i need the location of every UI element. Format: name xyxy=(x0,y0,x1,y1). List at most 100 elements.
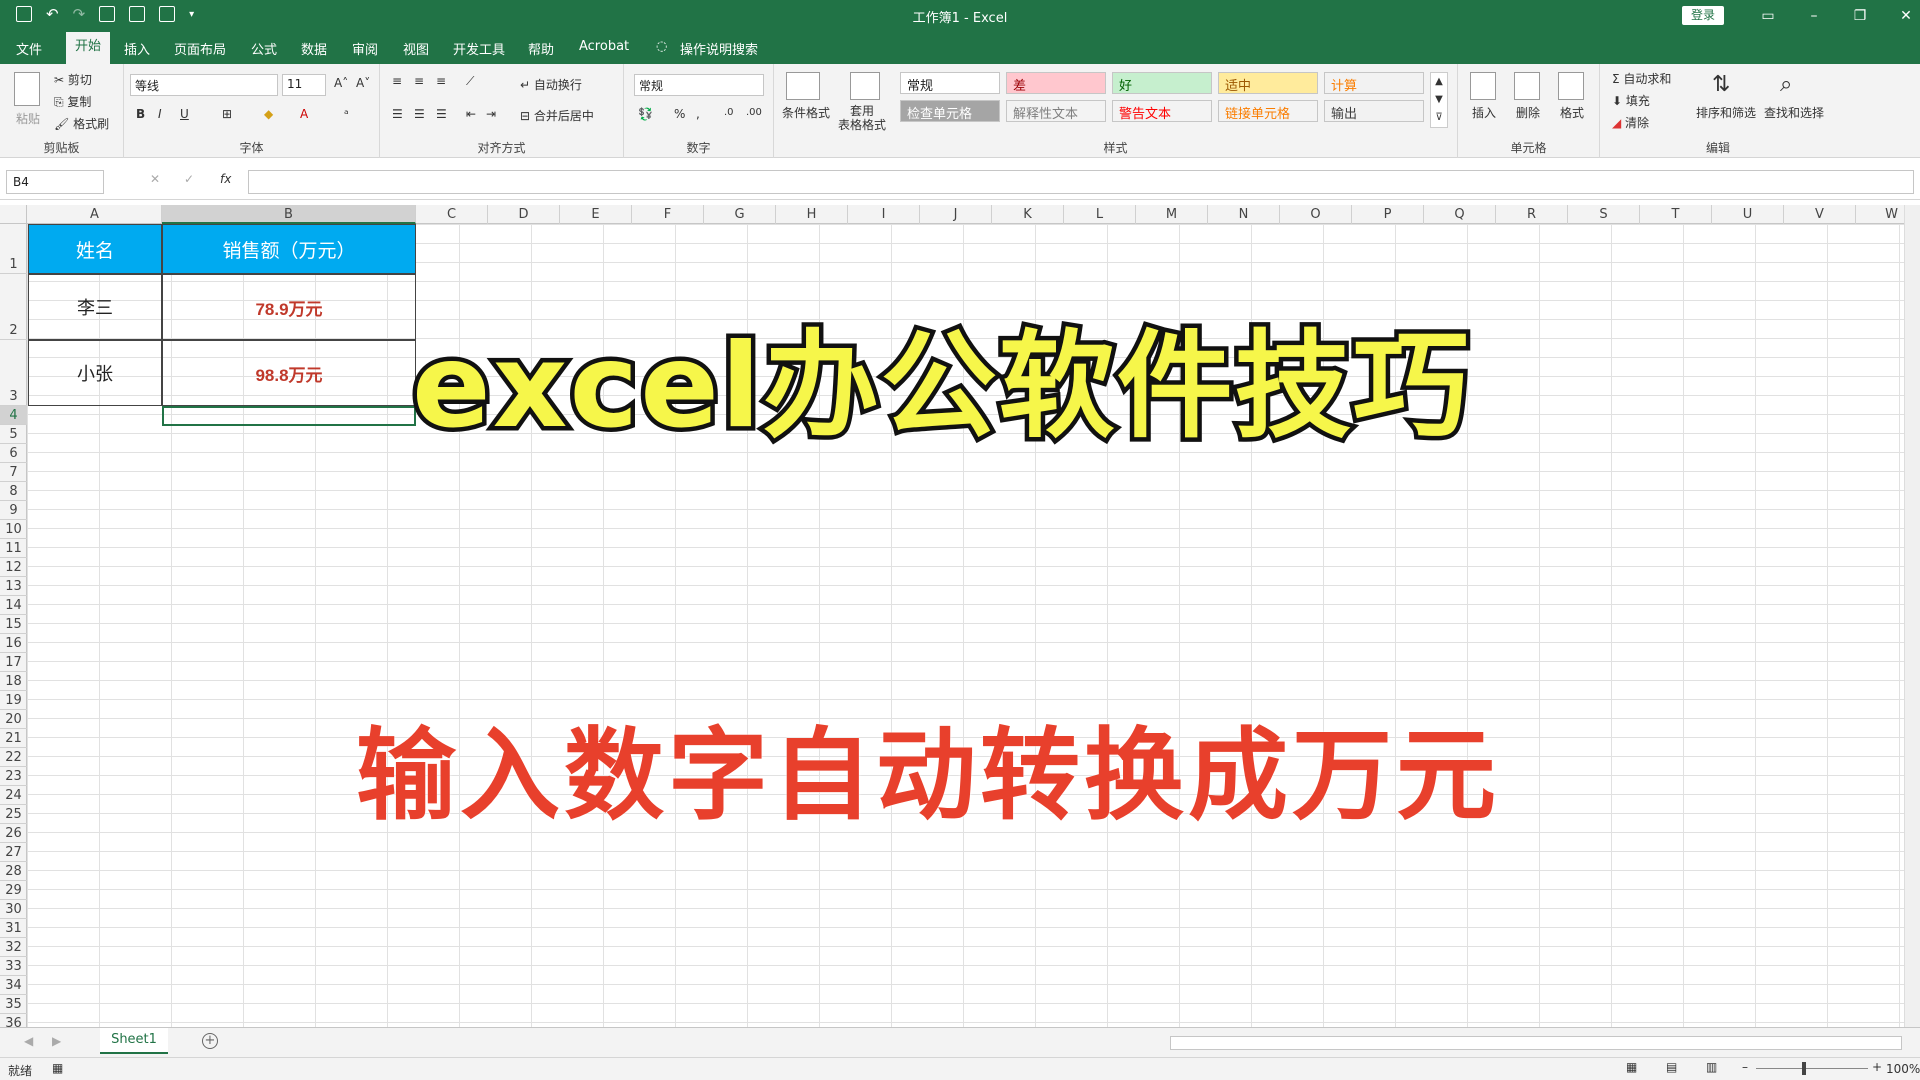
column-header-b[interactable]: B xyxy=(162,205,416,224)
format-painter-button[interactable]: 🖌 格式刷 xyxy=(54,115,109,132)
row-header[interactable]: 14 xyxy=(0,596,27,615)
fill-color-icon[interactable]: ◆ xyxy=(264,107,273,121)
column-header-a[interactable]: A xyxy=(28,205,162,224)
row-header[interactable]: 2 xyxy=(0,274,27,340)
bold-button[interactable]: B xyxy=(136,107,145,121)
font-size-select[interactable]: 11 xyxy=(282,74,326,96)
row-header[interactable]: 1 xyxy=(0,224,27,274)
cell-style-option[interactable]: 好 xyxy=(1112,72,1212,94)
format-as-table-button[interactable]: 套用 表格格式 xyxy=(838,104,886,132)
name-cell[interactable]: 小张 xyxy=(28,340,162,406)
row-header[interactable]: 9 xyxy=(0,501,27,520)
sales-cell[interactable]: 98.8万元 xyxy=(162,340,416,406)
insert-function-button[interactable]: fx xyxy=(220,172,231,186)
enter-icon[interactable]: ✓ xyxy=(184,172,194,186)
sheet-tab[interactable]: Sheet1 xyxy=(100,1028,168,1054)
conditional-format-button[interactable]: 条件格式 xyxy=(782,104,830,121)
column-header-q[interactable]: Q xyxy=(1424,205,1496,224)
row-header[interactable]: 17 xyxy=(0,653,27,672)
italic-button[interactable]: I xyxy=(158,107,162,121)
column-header-w[interactable]: W xyxy=(1856,205,1904,224)
font-color-icon[interactable]: A xyxy=(300,107,308,121)
search-icon[interactable]: ⌕ xyxy=(1780,72,1792,97)
prev-sheet-icon[interactable]: ◀ xyxy=(24,1034,33,1048)
row-header[interactable]: 3 xyxy=(0,340,27,406)
column-header-d[interactable]: D xyxy=(488,205,560,224)
column-header-i[interactable]: I xyxy=(848,205,920,224)
column-header-h[interactable]: H xyxy=(776,205,848,224)
tab-help[interactable]: 帮助 xyxy=(528,39,554,58)
header-sales-cell[interactable]: 销售额（万元） xyxy=(162,224,416,274)
row-header[interactable]: 29 xyxy=(0,881,27,900)
align-bottom-icon[interactable]: ≡ xyxy=(436,74,446,88)
fill-button[interactable]: ⬇ 填充 xyxy=(1612,92,1650,109)
row-header[interactable]: 35 xyxy=(0,995,27,1014)
add-sheet-icon[interactable]: + xyxy=(202,1033,218,1049)
tab-insert[interactable]: 插入 xyxy=(124,39,150,58)
restore-icon[interactable]: ❐ xyxy=(1837,4,1883,28)
percent-button[interactable]: % xyxy=(674,107,685,121)
row-header[interactable]: 23 xyxy=(0,767,27,786)
tab-developer[interactable]: 开发工具 xyxy=(453,39,505,58)
decrease-decimal-icon[interactable]: .00 xyxy=(746,107,762,118)
zoom-slider[interactable] xyxy=(1756,1068,1868,1069)
sort-filter-button[interactable]: 排序和筛选 xyxy=(1696,104,1756,121)
row-header[interactable]: 5 xyxy=(0,425,27,444)
row-header[interactable]: 25 xyxy=(0,805,27,824)
column-header-f[interactable]: F xyxy=(632,205,704,224)
decrease-indent-icon[interactable]: ⇤ xyxy=(466,107,476,121)
tab-formulas[interactable]: 公式 xyxy=(251,39,277,58)
row-header[interactable]: 7 xyxy=(0,463,27,482)
minimize-icon[interactable]: – xyxy=(1791,4,1837,28)
login-button[interactable]: 登录 xyxy=(1682,6,1724,25)
column-header-p[interactable]: P xyxy=(1352,205,1424,224)
find-select-button[interactable]: 查找和选择 xyxy=(1764,104,1824,121)
column-header-j[interactable]: J xyxy=(920,205,992,224)
insert-cells-button[interactable]: 插入 xyxy=(1472,104,1496,121)
row-header[interactable]: 36 xyxy=(0,1014,27,1027)
formula-input[interactable] xyxy=(248,170,1914,194)
ribbon-display-icon[interactable]: ▭ xyxy=(1745,4,1791,28)
row-header[interactable]: 34 xyxy=(0,976,27,995)
sort-filter-icon[interactable]: ⇅ xyxy=(1712,72,1730,97)
zoom-out-icon[interactable]: – xyxy=(1742,1060,1748,1074)
tab-page-layout[interactable]: 页面布局 xyxy=(174,39,226,58)
column-header-m[interactable]: M xyxy=(1136,205,1208,224)
header-name-cell[interactable]: 姓名 xyxy=(28,224,162,274)
align-right-icon[interactable]: ☰ xyxy=(436,107,447,121)
tab-file[interactable]: 文件 xyxy=(16,39,42,58)
cell-style-option[interactable]: 适中 xyxy=(1218,72,1318,94)
row-header[interactable]: 15 xyxy=(0,615,27,634)
column-header-s[interactable]: S xyxy=(1568,205,1640,224)
macro-record-icon[interactable]: ▦ xyxy=(52,1061,63,1075)
underline-button[interactable]: U xyxy=(180,107,189,121)
horizontal-scrollbar[interactable] xyxy=(1170,1036,1902,1050)
paste-button[interactable]: 粘贴 xyxy=(16,110,40,127)
tab-view[interactable]: 视图 xyxy=(403,39,429,58)
tell-me-search[interactable]: 操作说明搜索 xyxy=(680,39,758,58)
column-header-t[interactable]: T xyxy=(1640,205,1712,224)
cancel-icon[interactable]: ✕ xyxy=(150,172,160,186)
select-all-corner[interactable] xyxy=(0,205,27,224)
column-header-r[interactable]: R xyxy=(1496,205,1568,224)
cell-style-option[interactable]: 输出 xyxy=(1324,100,1424,122)
autosum-button[interactable]: Σ 自动求和 xyxy=(1612,70,1671,87)
vertical-scrollbar[interactable] xyxy=(1904,205,1920,1027)
tab-review[interactable]: 审阅 xyxy=(352,39,378,58)
row-header[interactable]: 28 xyxy=(0,862,27,881)
row-header[interactable]: 24 xyxy=(0,786,27,805)
tab-acrobat[interactable]: Acrobat xyxy=(579,39,629,54)
column-header-u[interactable]: U xyxy=(1712,205,1784,224)
insert-cells-icon[interactable] xyxy=(1470,72,1496,100)
column-header-v[interactable]: V xyxy=(1784,205,1856,224)
row-header[interactable]: 31 xyxy=(0,919,27,938)
row-header[interactable]: 20 xyxy=(0,710,27,729)
close-icon[interactable]: ✕ xyxy=(1883,4,1920,28)
orientation-icon[interactable]: ⟋ xyxy=(466,74,474,89)
row-header[interactable]: 12 xyxy=(0,558,27,577)
next-sheet-icon[interactable]: ▶ xyxy=(52,1034,61,1048)
tab-home[interactable]: 开始 xyxy=(66,32,110,64)
cut-button[interactable]: ✂ 剪切 xyxy=(54,71,92,88)
delete-cells-button[interactable]: 删除 xyxy=(1516,104,1540,121)
row-header[interactable]: 19 xyxy=(0,691,27,710)
